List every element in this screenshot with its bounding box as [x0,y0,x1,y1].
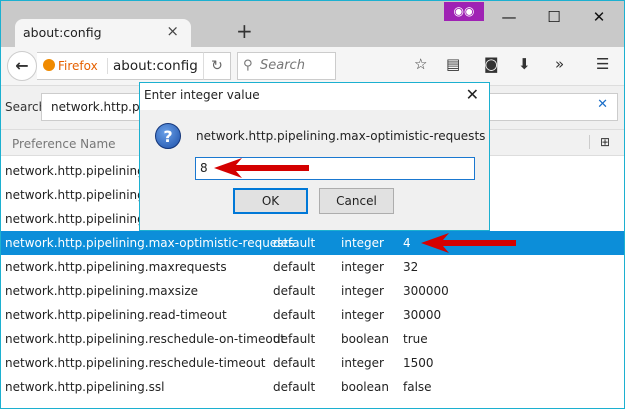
dialog-title: Enter integer value [144,88,260,102]
ok-button[interactable]: OK [233,188,308,214]
table-row[interactable]: network.http.pipelining.maxsize default in… [1,279,624,303]
cell-name: network.http.pipelining.reschedule-timeo… [5,356,266,370]
title-bar: ◉◉ — ☐ ✕ about:config × + [1,1,624,47]
browser-window: ◉◉ — ☐ ✕ about:config × + Firefox about:… [0,0,625,409]
integer-value: 8 [200,161,208,175]
search-placeholder: Search [260,58,305,73]
overflow-chevron-icon[interactable]: » [555,55,564,73]
close-window-button[interactable]: ✕ [579,5,619,29]
search-icon: ⚲ [243,58,253,73]
dialog-message: network.http.pipelining.max-optimistic-r… [196,129,486,143]
cell-value: 4 [403,236,411,250]
red-arrow-input [214,158,309,178]
column-picker-icon[interactable]: ⊞ [588,135,610,149]
url-text: about:config [107,58,198,74]
cell-name: network.http.pipelining.a [5,188,156,202]
integer-dialog: Enter integer value ✕ ? network.http.pipe… [139,82,490,231]
tab-about-config[interactable]: about:config × [15,19,191,47]
cell-type: boolean [341,332,389,346]
cell-type: boolean [341,380,389,394]
dialog-title-bar: Enter integer value ✕ [140,83,489,110]
reload-icon[interactable]: ↻ [203,52,231,80]
cell-status: default [273,380,316,394]
cell-status: default [273,356,316,370]
table-row[interactable]: network.http.pipelining.max-optimistic-r… [1,231,624,255]
cell-name: network.http.pipelining.reschedule-on-ti… [5,332,286,346]
private-mask-icon: ◉◉ [444,2,484,21]
dialog-close-icon[interactable]: ✕ [466,85,479,104]
cell-status: default [273,260,316,274]
cell-value: false [403,380,432,394]
bookmark-star-icon[interactable]: ☆ [414,55,427,73]
table-row[interactable]: network.http.pipelining.reschedule-timeo… [1,351,624,375]
download-icon[interactable]: ⬇ [518,55,531,73]
tab-close-icon[interactable]: × [166,22,179,40]
firefox-icon [43,59,55,71]
cell-name: network.http.pipelining.a [5,212,156,226]
table-row[interactable]: network.http.pipelining.read-timeout defa… [1,303,624,327]
clear-search-icon[interactable]: ✕ [597,97,608,112]
question-icon: ? [155,123,181,149]
cell-status: default [273,284,316,298]
cell-name: network.http.pipelining.maxsize [5,284,199,298]
cell-type: integer [341,260,384,274]
cell-value: 1500 [403,356,434,370]
cell-name: network.http.pipelining [5,164,145,178]
nav-toolbar: Firefox about:config ← ↻ ⚲ Search ☆ ▤ ◙ ⬇… [1,47,624,86]
maximize-button[interactable]: ☐ [534,5,574,29]
new-tab-button[interactable]: + [236,19,253,43]
cell-value: 30000 [403,308,442,322]
config-search-value: network.http.p [51,100,140,114]
search-input[interactable]: ⚲ Search [237,52,336,80]
tab-title: about:config [23,25,102,40]
identity-box[interactable]: Firefox [43,59,98,73]
pocket-icon[interactable]: ◙ [484,55,499,73]
identity-label: Firefox [58,59,98,73]
cell-value: 300000 [403,284,449,298]
cancel-button[interactable]: Cancel [319,188,394,214]
cell-value: true [403,332,428,346]
cell-type: integer [341,356,384,370]
cell-value: 32 [403,260,419,274]
column-preference-name[interactable]: Preference Name [12,137,116,151]
table-row[interactable]: network.http.pipelining.reschedule-on-ti… [1,327,624,351]
cell-type: integer [341,308,384,322]
cell-name: network.http.pipelining.read-timeout [5,308,227,322]
url-bar[interactable]: Firefox about:config [37,52,231,80]
hamburger-menu-icon[interactable]: ☰ [596,55,609,73]
table-row[interactable]: network.http.pipelining.ssl default boolea… [1,375,624,399]
minimize-button[interactable]: — [489,5,529,29]
cell-type: integer [341,236,384,250]
red-arrow-row [421,233,516,253]
cell-status: default [273,332,316,346]
bookmarks-list-icon[interactable]: ▤ [446,55,460,73]
cell-name: network.http.pipelining.max-optimistic-r… [5,236,295,250]
cell-type: integer [341,284,384,298]
back-button[interactable]: ← [7,51,37,81]
table-row[interactable]: network.http.pipelining.maxrequests defau… [1,255,624,279]
cell-status: default [273,236,316,250]
cell-name: network.http.pipelining.maxrequests [5,260,227,274]
cell-name: network.http.pipelining.ssl [5,380,165,394]
cell-status: default [273,308,316,322]
